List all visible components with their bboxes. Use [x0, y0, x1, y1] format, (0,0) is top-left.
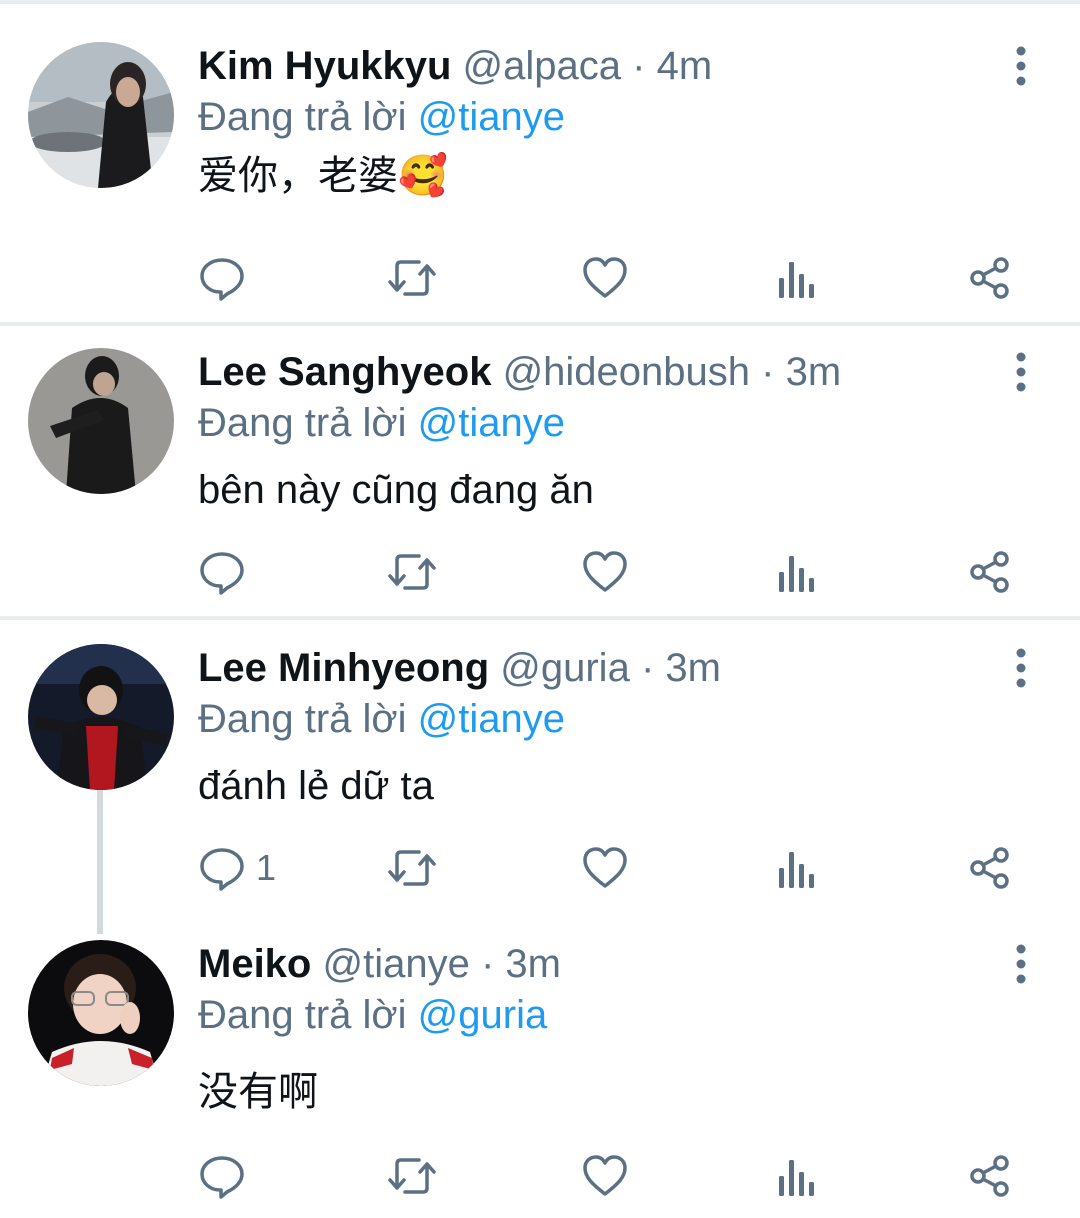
more-options-icon[interactable] [1004, 646, 1038, 690]
action-bar [198, 544, 1038, 600]
separator-dot: · [480, 942, 495, 986]
reply-button[interactable] [198, 1148, 256, 1204]
reply-icon [200, 552, 244, 595]
analytics-icon [779, 1160, 814, 1196]
retweet-icon [388, 850, 436, 886]
share-icon [970, 1155, 1009, 1197]
avatar-lee-sanghyeok[interactable] [28, 348, 174, 494]
action-bar [198, 1148, 1038, 1204]
share-button[interactable] [968, 1148, 1012, 1204]
separator-dot: · [761, 350, 775, 394]
tweet-header: Kim Hyukkyu @alpaca · 4m [198, 40, 712, 92]
replying-to-label: Đang trả lời [198, 697, 407, 741]
timestamp[interactable]: 3m [505, 942, 561, 986]
replying-to: Đang trả lời @tianye [198, 398, 565, 448]
action-bar [198, 250, 1038, 306]
tweet-text: đánh lẻ dữ ta [198, 764, 434, 808]
analytics-button[interactable] [776, 544, 816, 600]
separator-dot: · [632, 44, 646, 88]
share-icon [970, 257, 1009, 299]
analytics-icon [779, 852, 814, 888]
reply-icon [200, 1156, 244, 1199]
display-name[interactable]: Meiko [198, 942, 311, 986]
reply-button[interactable] [198, 544, 256, 600]
tweet-text: 没有啊 [198, 1070, 318, 1114]
replying-to: Đang trả lời @tianye [198, 694, 565, 744]
timestamp[interactable]: 3m [665, 646, 721, 690]
like-icon [583, 257, 627, 298]
more-options-icon[interactable] [1004, 942, 1038, 986]
more-options-icon[interactable] [1004, 44, 1038, 88]
display-name[interactable]: Lee Sanghyeok [198, 350, 491, 394]
tweet-text: bên này cũng đang ăn [198, 468, 594, 512]
tweet-3[interactable]: Lee Minhyeong @guria · 3m Đang trả lời @… [0, 642, 1080, 904]
avatar-lee-minhyeong[interactable] [28, 644, 174, 790]
tweet-divider [0, 322, 1080, 326]
reply-button[interactable]: 1 [198, 840, 276, 896]
share-button[interactable] [968, 544, 1012, 600]
more-options-icon[interactable] [1004, 350, 1038, 394]
tweet-header: Meiko @tianye · 3m [198, 938, 561, 990]
like-button[interactable] [582, 544, 628, 600]
retweet-icon [388, 260, 436, 296]
reply-count: 1 [256, 847, 277, 888]
tweet-header: Lee Minhyeong @guria · 3m [198, 642, 721, 694]
analytics-button[interactable] [776, 840, 816, 896]
retweet-icon [388, 554, 436, 590]
replying-to: Đang trả lời @guria [198, 990, 547, 1040]
share-button[interactable] [968, 250, 1012, 306]
separator-dot: · [640, 646, 655, 690]
share-icon [970, 847, 1009, 889]
analytics-button[interactable] [776, 1148, 816, 1204]
avatar-kim-hyukkyu[interactable] [28, 42, 174, 188]
retweet-button[interactable] [386, 250, 438, 306]
reply-icon [200, 848, 244, 891]
timestamp[interactable]: 3m [786, 350, 842, 394]
avatar-meiko[interactable] [28, 940, 174, 1086]
share-button[interactable] [968, 840, 1012, 896]
action-bar: 1 [198, 840, 1038, 896]
like-button[interactable] [582, 1148, 628, 1204]
user-handle[interactable]: @alpaca [463, 44, 621, 88]
timestamp[interactable]: 4m [657, 44, 713, 88]
display-name[interactable]: Lee Minhyeong [198, 646, 489, 690]
replying-to-label: Đang trả lời [198, 401, 407, 445]
user-handle[interactable]: @tianye [322, 942, 469, 986]
display-name[interactable]: Kim Hyukkyu [198, 44, 451, 88]
like-button[interactable] [582, 250, 628, 306]
analytics-button[interactable] [776, 250, 816, 306]
replying-to-label: Đang trả lời [198, 95, 407, 139]
tweet-4[interactable]: Meiko @tianye · 3m Đang trả lời @guria 没… [0, 938, 1080, 1208]
like-button[interactable] [582, 840, 628, 896]
retweet-icon [388, 1158, 436, 1194]
retweet-button[interactable] [386, 544, 438, 600]
share-icon [970, 551, 1009, 593]
replying-to-label: Đang trả lời [198, 993, 407, 1037]
tweet-1[interactable]: Kim Hyukkyu @alpaca · 4m Đang trả lời @t… [0, 40, 1080, 322]
tweet-2[interactable]: Lee Sanghyeok @hideonbush · 3m Đang trả … [0, 346, 1080, 616]
like-icon [583, 1155, 627, 1196]
like-icon [583, 847, 627, 888]
mention-link[interactable]: @guria [418, 993, 548, 1037]
reply-icon [200, 258, 244, 301]
user-handle[interactable]: @hideonbush [503, 350, 750, 394]
retweet-button[interactable] [386, 840, 438, 896]
analytics-icon [779, 262, 814, 298]
tweet-text: 爱你，老婆🥰 [198, 154, 448, 198]
top-divider [0, 0, 1080, 4]
replying-to: Đang trả lời @tianye [198, 92, 565, 142]
retweet-button[interactable] [386, 1148, 438, 1204]
mention-link[interactable]: @tianye [418, 95, 565, 139]
user-handle[interactable]: @guria [500, 646, 630, 690]
mention-link[interactable]: @tianye [418, 401, 565, 445]
reply-button[interactable] [198, 250, 256, 306]
mention-link[interactable]: @tianye [418, 697, 565, 741]
analytics-icon [779, 556, 814, 592]
tweet-divider [0, 616, 1080, 620]
like-icon [583, 551, 627, 592]
tweet-header: Lee Sanghyeok @hideonbush · 3m [198, 346, 841, 398]
